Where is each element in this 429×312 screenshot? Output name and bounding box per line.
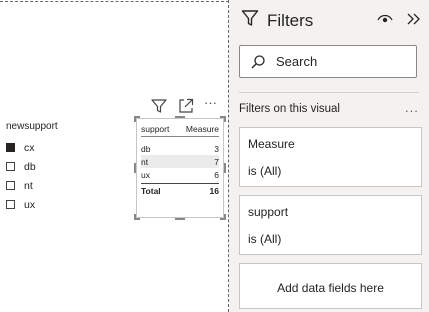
filter-card-measure[interactable]: Measure is (All) xyxy=(239,127,422,187)
filters-pane-header: Filters xyxy=(241,8,313,33)
slicer-item-label: ux xyxy=(24,198,36,211)
checkbox[interactable] xyxy=(6,181,15,190)
slicer-item-ux[interactable]: ux xyxy=(6,195,58,214)
resize-handle[interactable] xyxy=(224,214,226,220)
table-total-row: Total 16 xyxy=(141,183,219,198)
column-header-support[interactable]: support xyxy=(141,124,178,134)
eye-icon[interactable] xyxy=(376,10,394,28)
focus-mode-icon[interactable] xyxy=(177,97,195,115)
total-value: 16 xyxy=(209,186,219,196)
resize-handle[interactable] xyxy=(134,214,136,220)
checkbox-checked[interactable] xyxy=(6,143,15,152)
column-header-measure[interactable]: Measure xyxy=(178,124,219,134)
visual-header: ··· xyxy=(148,96,228,115)
total-label: Total xyxy=(141,186,161,196)
filter-card-value: is (All) xyxy=(248,164,282,178)
table-row[interactable]: nt 7 xyxy=(141,155,219,168)
resize-handle[interactable] xyxy=(175,116,185,118)
filter-card-support[interactable]: support is (All) xyxy=(239,195,422,255)
resize-handle[interactable] xyxy=(224,116,226,122)
filters-pane: Filters Search Filters on this visual ..… xyxy=(229,0,429,312)
slicer-item-db[interactable]: db xyxy=(6,157,58,176)
slicer-title: newsupport xyxy=(6,121,58,132)
filter-card-title: support xyxy=(248,205,289,219)
divider xyxy=(239,92,419,93)
filter-card-value: is (All) xyxy=(248,232,282,246)
table-header-row: support Measure xyxy=(141,122,219,137)
cell-measure: 7 xyxy=(214,156,219,167)
collapse-pane-icon[interactable] xyxy=(405,10,423,28)
resize-handle[interactable] xyxy=(224,163,226,173)
search-icon xyxy=(250,54,266,70)
resize-handle[interactable] xyxy=(134,163,136,173)
checkbox[interactable] xyxy=(6,200,15,209)
report-canvas: newsupport cx db nt ux ··· support Measu… xyxy=(0,0,230,312)
filter-icon xyxy=(241,8,259,33)
resize-handle[interactable] xyxy=(175,218,185,220)
table-row[interactable]: ux 6 xyxy=(141,168,219,181)
search-input[interactable]: Search xyxy=(239,45,417,78)
table-row[interactable]: db 3 xyxy=(141,142,219,155)
slicer-item-label: nt xyxy=(24,179,33,192)
slicer-item-label: db xyxy=(24,160,36,173)
cell-measure: 3 xyxy=(214,143,219,154)
search-placeholder: Search xyxy=(276,54,318,69)
slicer-item-label: cx xyxy=(24,141,35,154)
cell-support: db xyxy=(141,143,151,154)
add-data-fields-well[interactable]: Add data fields here xyxy=(239,263,422,309)
section-label-visual-filters: Filters on this visual xyxy=(239,103,340,115)
cell-measure: 6 xyxy=(214,169,219,180)
checkbox[interactable] xyxy=(6,162,15,171)
newsupport-slicer[interactable]: newsupport cx db nt ux xyxy=(6,121,58,214)
table: support Measure db 3 nt 7 ux 6 Total 16 xyxy=(141,122,219,198)
cell-support: nt xyxy=(141,156,149,167)
canvas-top-border xyxy=(0,1,229,2)
add-data-fields-label: Add data fields here xyxy=(277,281,384,295)
cell-support: ux xyxy=(141,169,150,180)
filters-pane-title: Filters xyxy=(267,10,314,30)
slicer-item-cx[interactable]: cx xyxy=(6,138,58,157)
more-options-icon[interactable]: ··· xyxy=(204,96,222,115)
filter-icon[interactable] xyxy=(150,97,168,115)
filter-card-title: Measure xyxy=(248,137,295,151)
resize-handle[interactable] xyxy=(134,116,136,122)
section-more-icon[interactable]: ... xyxy=(405,100,419,115)
slicer-item-nt[interactable]: nt xyxy=(6,176,58,195)
table-visual[interactable]: support Measure db 3 nt 7 ux 6 Total 16 xyxy=(134,116,226,220)
